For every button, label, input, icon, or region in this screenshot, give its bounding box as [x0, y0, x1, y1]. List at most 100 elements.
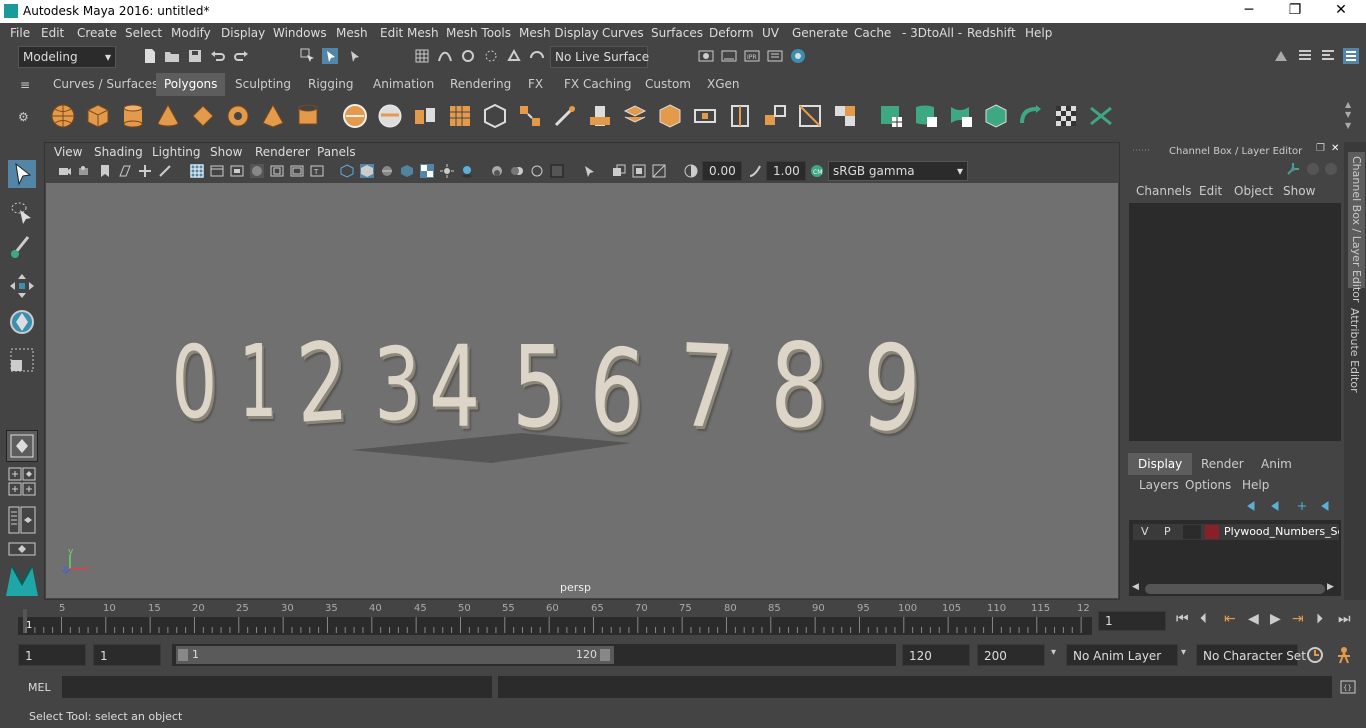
menu-windows[interactable]: Windows: [273, 26, 327, 40]
four-view-layout-icon[interactable]: [8, 467, 36, 497]
spherical-uv-icon[interactable]: [948, 103, 974, 129]
poly-cube-icon[interactable]: [85, 103, 111, 129]
panel-layout-icon[interactable]: [8, 542, 36, 556]
options-menu[interactable]: Options: [1185, 478, 1231, 492]
close-button[interactable]: ✕: [1332, 2, 1350, 20]
edge-loop-icon[interactable]: [727, 103, 753, 129]
scroll-right-icon[interactable]: ▶: [1327, 582, 1334, 592]
2d-pan-zoom-icon[interactable]: [138, 164, 152, 178]
merge-icon[interactable]: [692, 103, 718, 129]
poly-plane-icon[interactable]: [190, 103, 216, 129]
anti-aliasing-icon[interactable]: [530, 164, 544, 178]
menu-cache[interactable]: Cache: [854, 26, 891, 40]
menu-select[interactable]: Select: [125, 26, 162, 40]
collapse-icon[interactable]: [832, 103, 858, 129]
panel-menu-renderer[interactable]: Renderer: [255, 145, 310, 159]
modeling-toolkit-icon[interactable]: [1273, 48, 1289, 64]
speed-icon[interactable]: [1306, 162, 1320, 176]
depth-of-field-icon[interactable]: [550, 164, 564, 178]
open-scene-icon[interactable]: [164, 48, 180, 64]
panel-menu-lighting[interactable]: Lighting: [152, 145, 201, 159]
menu-surfaces[interactable]: Surfaces: [651, 26, 703, 40]
single-perspective-layout-icon[interactable]: [6, 430, 38, 462]
play-backwards-icon[interactable]: ◀: [1248, 611, 1259, 627]
command-input[interactable]: [62, 676, 492, 698]
shelf-tab-sculpting[interactable]: Sculpting: [235, 77, 291, 91]
snap-surface-icon[interactable]: [529, 48, 545, 64]
menu-edit[interactable]: Edit: [41, 26, 64, 40]
range-end-grip[interactable]: [600, 649, 610, 661]
paint-select-tool-icon[interactable]: [8, 234, 36, 262]
camera-attributes-icon[interactable]: [78, 164, 92, 178]
playback-start-field[interactable]: 1: [93, 644, 161, 666]
menu-file[interactable]: File: [10, 26, 30, 40]
film-gate-icon[interactable]: [210, 164, 224, 178]
layer-name[interactable]: Plywood_Numbers_Set: [1224, 525, 1339, 538]
hypershade-icon[interactable]: [790, 48, 806, 64]
go-to-start-icon[interactable]: ⏮: [1176, 611, 1189, 627]
shelf-scroll-up-icon[interactable]: ▲: [1345, 100, 1351, 109]
mel-label[interactable]: MEL: [28, 681, 51, 694]
menu-redshift[interactable]: Redshift: [967, 26, 1016, 40]
move-tool-icon[interactable]: [8, 272, 36, 300]
shelf-tab-fx-caching[interactable]: FX Caching: [564, 77, 631, 91]
layer-visibility-toggle[interactable]: V: [1141, 525, 1149, 538]
layer-tab-display[interactable]: Display: [1128, 453, 1193, 475]
anim-layer-dropdown[interactable]: No Anim Layer: [1066, 644, 1178, 666]
select-tool-icon[interactable]: [8, 160, 36, 188]
shelf-tab-fx[interactable]: FX: [528, 77, 543, 91]
poly-pyramid-icon[interactable]: [260, 103, 286, 129]
shadows-icon[interactable]: [460, 164, 474, 178]
shelf-tab-xgen[interactable]: XGen: [707, 77, 740, 91]
menu-mesh-tools[interactable]: Mesh Tools: [446, 26, 511, 40]
side-tab-attribute-editor[interactable]: Attribute Editor: [1348, 308, 1361, 393]
lasso-tool-icon[interactable]: [8, 198, 36, 226]
menuset-dropdown[interactable]: Modeling ▾: [18, 46, 116, 68]
go-to-end-icon[interactable]: ⏭: [1338, 611, 1351, 627]
panel-grip-icon[interactable]: ⋯⋯: [1132, 146, 1150, 156]
snap-point-icon[interactable]: [460, 48, 476, 64]
animation-end-field[interactable]: 200: [977, 644, 1045, 666]
layer-row[interactable]: V P Plywood_Numbers_Set: [1133, 524, 1339, 540]
select-component-icon[interactable]: [346, 48, 362, 64]
exposure-field[interactable]: 0.00: [702, 161, 742, 181]
shelf-tab-animation[interactable]: Animation: [373, 77, 434, 91]
undo-icon[interactable]: [210, 48, 226, 64]
step-forward-icon[interactable]: ⏵: [1316, 611, 1323, 627]
shelf-tab-polygons[interactable]: Polygons: [156, 73, 226, 96]
menu-create[interactable]: Create: [77, 26, 117, 40]
panel-menu-show[interactable]: Show: [210, 145, 242, 159]
shelf-menu-icon[interactable]: ≡: [20, 78, 30, 92]
layer-tab-render[interactable]: Render: [1201, 457, 1244, 471]
panel-menu-shading[interactable]: Shading: [94, 145, 143, 159]
playback-end-field[interactable]: 120: [902, 644, 970, 666]
attribute-editor-toggle-icon[interactable]: [1297, 48, 1313, 64]
render-current-frame-icon[interactable]: [721, 48, 737, 64]
show-menu[interactable]: Show: [1283, 184, 1315, 198]
sew-uv-icon[interactable]: [1018, 103, 1044, 129]
range-start-grip[interactable]: [178, 649, 188, 661]
field-chart-icon[interactable]: [270, 164, 284, 178]
layer-color-swatch[interactable]: [1205, 525, 1219, 539]
perspective-viewport[interactable]: 0 1 2 3 4 5 6 7 8 9 y z x persp: [46, 183, 1118, 598]
close-panel-icon[interactable]: ✕: [1331, 143, 1339, 154]
screen-space-ao-icon[interactable]: [490, 164, 504, 178]
wireframe-icon[interactable]: [340, 164, 354, 178]
side-tab-channel-box[interactable]: Channel Box / Layer Editor: [1348, 152, 1365, 303]
render-settings-icon[interactable]: [767, 48, 783, 64]
grid-toggle-icon[interactable]: [190, 164, 204, 178]
menu-3dtoall[interactable]: - 3DtoAll -: [902, 26, 962, 40]
outliner-layout-icon[interactable]: [8, 506, 36, 534]
shelf-scroll-down-icon[interactable]: ▼: [1345, 110, 1351, 119]
chevron-down-icon[interactable]: ▾: [1051, 647, 1056, 658]
select-hierarchy-icon[interactable]: [300, 48, 316, 64]
redo-icon[interactable]: [233, 48, 249, 64]
make-live-icon[interactable]: [506, 48, 522, 64]
menu-uv[interactable]: UV: [762, 26, 779, 40]
shelf-gear-icon[interactable]: ⚙: [18, 110, 29, 124]
edit-menu[interactable]: Edit: [1199, 184, 1222, 198]
safe-action-icon[interactable]: [290, 164, 304, 178]
snap-curve-icon[interactable]: [437, 48, 453, 64]
scroll-left-icon[interactable]: ◀: [1132, 582, 1139, 592]
use-all-lights-icon[interactable]: [440, 164, 454, 178]
